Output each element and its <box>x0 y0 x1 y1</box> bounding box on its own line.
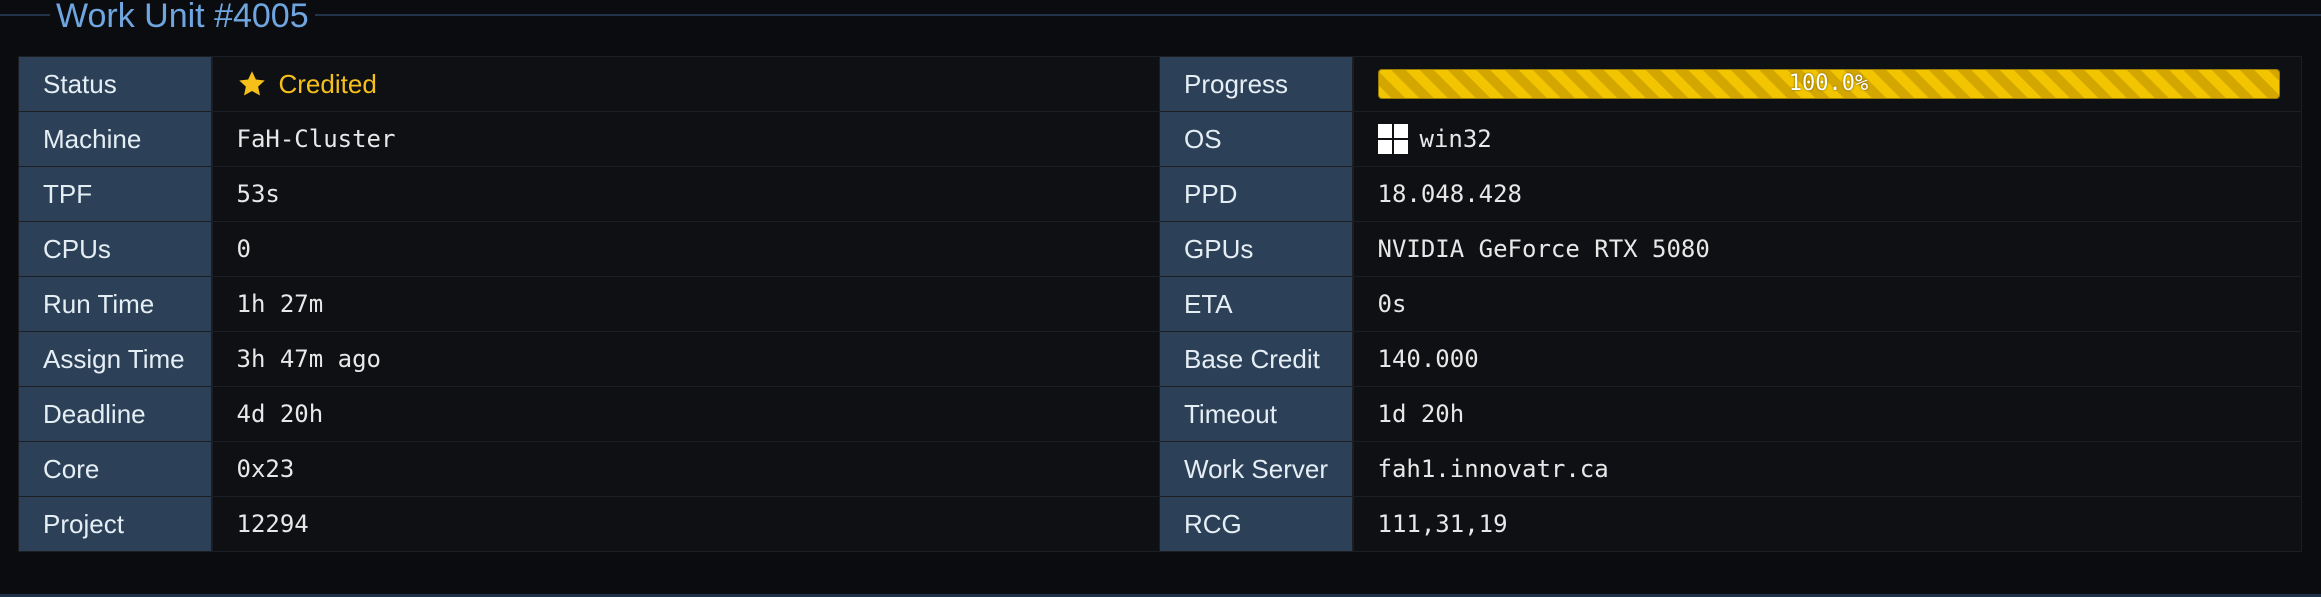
row-core: Core 0x23 <box>18 441 1161 497</box>
row-assign-time: Assign Time 3h 47m ago <box>18 331 1161 387</box>
status-value: Credited <box>211 56 1161 112</box>
timeout-value: 1d 20h <box>1352 386 2302 442</box>
progress-bar: 100.0% <box>1377 69 2280 99</box>
tpf-label: TPF <box>18 166 213 222</box>
gpus-label: GPUs <box>1159 221 1354 277</box>
core-value: 0x23 <box>211 441 1161 497</box>
row-deadline: Deadline 4d 20h <box>18 386 1161 442</box>
panel-title: Work Unit #4005 <box>50 0 315 38</box>
row-ppd: PPD 18.048.428 <box>1159 166 2302 222</box>
progress-label: Progress <box>1159 56 1354 112</box>
rcg-label: RCG <box>1159 496 1354 552</box>
row-rcg: RCG 111,31,19 <box>1159 496 2302 552</box>
status-text: Credited <box>278 68 377 99</box>
row-run-time: Run Time 1h 27m <box>18 276 1161 332</box>
base-credit-label: Base Credit <box>1159 331 1354 387</box>
progress-value: 100.0% <box>1352 56 2302 112</box>
panel-top-border <box>0 14 2321 16</box>
core-label: Core <box>18 441 213 497</box>
work-server-value: fah1.innovatr.ca <box>1352 441 2302 497</box>
row-cpus: CPUs 0 <box>18 221 1161 277</box>
details-table-left: Status Credited Machine FaH-Cluster TPF … <box>18 56 1161 552</box>
ppd-label: PPD <box>1159 166 1354 222</box>
work-unit-panel: Work Unit #4005 Status Credited Machine … <box>0 0 2321 597</box>
eta-value: 0s <box>1352 276 2302 332</box>
cpus-label: CPUs <box>18 221 213 277</box>
row-eta: ETA 0s <box>1159 276 2302 332</box>
deadline-value: 4d 20h <box>211 386 1161 442</box>
project-label: Project <box>18 496 213 552</box>
work-server-label: Work Server <box>1159 441 1354 497</box>
windows-icon <box>1377 124 1408 154</box>
row-tpf: TPF 53s <box>18 166 1161 222</box>
os-value: win32 <box>1352 111 2302 167</box>
project-value: 12294 <box>211 496 1161 552</box>
row-project: Project 12294 <box>18 496 1161 552</box>
ppd-value: 18.048.428 <box>1352 166 2302 222</box>
assign-time-label: Assign Time <box>18 331 213 387</box>
assign-time-value: 3h 47m ago <box>211 331 1161 387</box>
row-os: OS win32 <box>1159 111 2302 167</box>
star-icon <box>237 69 267 99</box>
row-status: Status Credited <box>18 56 1161 112</box>
tpf-value: 53s <box>211 166 1161 222</box>
details-table-right: Progress 100.0% OS win32 PPD 18.048.428 … <box>1159 56 2302 552</box>
os-text: win32 <box>1419 125 1492 153</box>
machine-label: Machine <box>18 111 213 167</box>
row-work-server: Work Server fah1.innovatr.ca <box>1159 441 2302 497</box>
progress-text: 100.0% <box>1788 71 1869 96</box>
base-credit-value: 140.000 <box>1352 331 2302 387</box>
gpus-value: NVIDIA GeForce RTX 5080 <box>1352 221 2302 277</box>
run-time-label: Run Time <box>18 276 213 332</box>
status-label: Status <box>18 56 213 112</box>
deadline-label: Deadline <box>18 386 213 442</box>
row-timeout: Timeout 1d 20h <box>1159 386 2302 442</box>
run-time-value: 1h 27m <box>211 276 1161 332</box>
os-label: OS <box>1159 111 1354 167</box>
row-progress: Progress 100.0% <box>1159 56 2302 112</box>
cpus-value: 0 <box>211 221 1161 277</box>
row-machine: Machine FaH-Cluster <box>18 111 1161 167</box>
machine-value: FaH-Cluster <box>211 111 1161 167</box>
eta-label: ETA <box>1159 276 1354 332</box>
row-base-credit: Base Credit 140.000 <box>1159 331 2302 387</box>
timeout-label: Timeout <box>1159 386 1354 442</box>
rcg-value: 111,31,19 <box>1352 496 2302 552</box>
row-gpus: GPUs NVIDIA GeForce RTX 5080 <box>1159 221 2302 277</box>
